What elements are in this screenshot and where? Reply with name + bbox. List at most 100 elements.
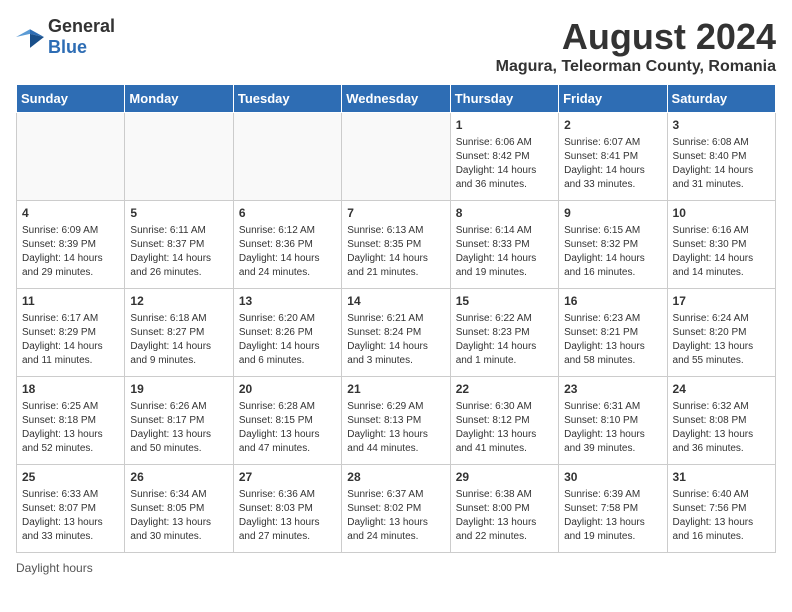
day-number: 16: [564, 293, 661, 310]
day-number: 9: [564, 205, 661, 222]
day-number: 5: [130, 205, 227, 222]
day-number: 21: [347, 381, 444, 398]
day-info: Sunrise: 6:37 AM Sunset: 8:02 PM Dayligh…: [347, 488, 444, 544]
day-number: 8: [456, 205, 553, 222]
day-number: 18: [22, 381, 119, 398]
calendar-cell: 21 Sunrise: 6:29 AM Sunset: 8:13 PM Dayli…: [342, 377, 450, 465]
page-header: General Blue August 2024 Magura, Teleorm…: [16, 16, 776, 76]
day-number: 15: [456, 293, 553, 310]
day-number: 10: [673, 205, 770, 222]
calendar-cell: 12 Sunrise: 6:18 AM Sunset: 8:27 PM Dayli…: [125, 289, 233, 377]
day-number: 26: [130, 469, 227, 486]
day-number: 29: [456, 469, 553, 486]
day-info: Sunrise: 6:18 AM Sunset: 8:27 PM Dayligh…: [130, 312, 227, 368]
weekday-header-sunday: Sunday: [17, 85, 125, 113]
day-number: 30: [564, 469, 661, 486]
calendar-week-4: 18 Sunrise: 6:25 AM Sunset: 8:18 PM Dayli…: [17, 377, 776, 465]
day-number: 27: [239, 469, 336, 486]
day-number: 24: [673, 381, 770, 398]
calendar-cell: 3Sunrise: 6:08 AM Sunset: 8:40 PM Daylig…: [667, 113, 775, 201]
calendar-week-3: 11 Sunrise: 6:17 AM Sunset: 8:29 PM Dayli…: [17, 289, 776, 377]
calendar-cell: 10 Sunrise: 6:16 AM Sunset: 8:30 PM Dayli…: [667, 201, 775, 289]
day-number: 11: [22, 293, 119, 310]
calendar-cell: 20 Sunrise: 6:28 AM Sunset: 8:15 PM Dayli…: [233, 377, 341, 465]
day-number: 13: [239, 293, 336, 310]
weekday-header-tuesday: Tuesday: [233, 85, 341, 113]
day-info: Sunrise: 6:28 AM Sunset: 8:15 PM Dayligh…: [239, 400, 336, 456]
calendar-cell: 23 Sunrise: 6:31 AM Sunset: 8:10 PM Dayli…: [559, 377, 667, 465]
day-info: Sunrise: 6:09 AM Sunset: 8:39 PM Dayligh…: [22, 224, 119, 280]
day-info: Sunrise: 6:23 AM Sunset: 8:21 PM Dayligh…: [564, 312, 661, 368]
calendar-cell: 9 Sunrise: 6:15 AM Sunset: 8:32 PM Daylig…: [559, 201, 667, 289]
day-info: Sunrise: 6:07 AM Sunset: 8:41 PM Dayligh…: [564, 136, 661, 192]
logo: General Blue: [16, 16, 115, 58]
day-number: 17: [673, 293, 770, 310]
day-info: Sunrise: 6:33 AM Sunset: 8:07 PM Dayligh…: [22, 488, 119, 544]
day-number: 31: [673, 469, 770, 486]
day-info: Sunrise: 6:16 AM Sunset: 8:30 PM Dayligh…: [673, 224, 770, 280]
day-info: Sunrise: 6:14 AM Sunset: 8:33 PM Dayligh…: [456, 224, 553, 280]
calendar-cell: [233, 113, 341, 201]
day-info: Sunrise: 6:15 AM Sunset: 8:32 PM Dayligh…: [564, 224, 661, 280]
day-info: Sunrise: 6:38 AM Sunset: 8:00 PM Dayligh…: [456, 488, 553, 544]
day-info: Sunrise: 6:25 AM Sunset: 8:18 PM Dayligh…: [22, 400, 119, 456]
calendar-cell: 2 Sunrise: 6:07 AM Sunset: 8:41 PM Daylig…: [559, 113, 667, 201]
day-number: 3: [673, 117, 770, 134]
calendar-cell: [125, 113, 233, 201]
logo-icon: [16, 26, 44, 48]
calendar-cell: 11 Sunrise: 6:17 AM Sunset: 8:29 PM Dayli…: [17, 289, 125, 377]
day-info: Sunrise: 6:34 AM Sunset: 8:05 PM Dayligh…: [130, 488, 227, 544]
day-number: 22: [456, 381, 553, 398]
calendar-cell: 18 Sunrise: 6:25 AM Sunset: 8:18 PM Dayli…: [17, 377, 125, 465]
weekday-header-thursday: Thursday: [450, 85, 558, 113]
day-number: 20: [239, 381, 336, 398]
title-block: August 2024 Magura, Teleorman County, Ro…: [496, 16, 776, 76]
calendar-week-2: 4 Sunrise: 6:09 AM Sunset: 8:39 PM Daylig…: [17, 201, 776, 289]
day-info: Sunrise: 6:06 AM Sunset: 8:42 PM Dayligh…: [456, 136, 553, 192]
calendar-cell: 16 Sunrise: 6:23 AM Sunset: 8:21 PM Dayli…: [559, 289, 667, 377]
calendar-table: SundayMondayTuesdayWednesdayThursdayFrid…: [16, 84, 776, 553]
weekday-header-monday: Monday: [125, 85, 233, 113]
day-number: 2: [564, 117, 661, 134]
day-info: Sunrise: 6:13 AM Sunset: 8:35 PM Dayligh…: [347, 224, 444, 280]
calendar-cell: 4 Sunrise: 6:09 AM Sunset: 8:39 PM Daylig…: [17, 201, 125, 289]
sub-title: Magura, Teleorman County, Romania: [496, 58, 776, 76]
calendar-cell: 8 Sunrise: 6:14 AM Sunset: 8:33 PM Daylig…: [450, 201, 558, 289]
day-info: Sunrise: 6:20 AM Sunset: 8:26 PM Dayligh…: [239, 312, 336, 368]
weekday-header-saturday: Saturday: [667, 85, 775, 113]
calendar-cell: 7Sunrise: 6:13 AM Sunset: 8:35 PM Daylig…: [342, 201, 450, 289]
calendar-cell: 27 Sunrise: 6:36 AM Sunset: 8:03 PM Dayli…: [233, 465, 341, 553]
day-number: 14: [347, 293, 444, 310]
daylight-label: Daylight hours: [16, 561, 93, 575]
day-info: Sunrise: 6:36 AM Sunset: 8:03 PM Dayligh…: [239, 488, 336, 544]
calendar-cell: 30 Sunrise: 6:39 AM Sunset: 7:58 PM Dayli…: [559, 465, 667, 553]
calendar-cell: [17, 113, 125, 201]
calendar-cell: 17 Sunrise: 6:24 AM Sunset: 8:20 PM Dayli…: [667, 289, 775, 377]
footer: Daylight hours: [16, 561, 776, 575]
weekday-header-friday: Friday: [559, 85, 667, 113]
day-number: 25: [22, 469, 119, 486]
calendar-week-5: 25 Sunrise: 6:33 AM Sunset: 8:07 PM Dayli…: [17, 465, 776, 553]
calendar-cell: 31Sunrise: 6:40 AM Sunset: 7:56 PM Dayli…: [667, 465, 775, 553]
day-info: Sunrise: 6:26 AM Sunset: 8:17 PM Dayligh…: [130, 400, 227, 456]
calendar-cell: 14 Sunrise: 6:21 AM Sunset: 8:24 PM Dayli…: [342, 289, 450, 377]
day-info: Sunrise: 6:17 AM Sunset: 8:29 PM Dayligh…: [22, 312, 119, 368]
day-info: Sunrise: 6:30 AM Sunset: 8:12 PM Dayligh…: [456, 400, 553, 456]
calendar-cell: 28Sunrise: 6:37 AM Sunset: 8:02 PM Dayli…: [342, 465, 450, 553]
day-number: 12: [130, 293, 227, 310]
day-info: Sunrise: 6:22 AM Sunset: 8:23 PM Dayligh…: [456, 312, 553, 368]
weekday-header-wednesday: Wednesday: [342, 85, 450, 113]
day-info: Sunrise: 6:29 AM Sunset: 8:13 PM Dayligh…: [347, 400, 444, 456]
day-number: 6: [239, 205, 336, 222]
calendar-header: SundayMondayTuesdayWednesdayThursdayFrid…: [17, 85, 776, 113]
day-info: Sunrise: 6:21 AM Sunset: 8:24 PM Dayligh…: [347, 312, 444, 368]
calendar-cell: 13 Sunrise: 6:20 AM Sunset: 8:26 PM Dayli…: [233, 289, 341, 377]
calendar-cell: 15 Sunrise: 6:22 AM Sunset: 8:23 PM Dayli…: [450, 289, 558, 377]
day-number: 4: [22, 205, 119, 222]
day-info: Sunrise: 6:39 AM Sunset: 7:58 PM Dayligh…: [564, 488, 661, 544]
calendar-cell: 22 Sunrise: 6:30 AM Sunset: 8:12 PM Dayli…: [450, 377, 558, 465]
calendar-body: 1Sunrise: 6:06 AM Sunset: 8:42 PM Daylig…: [17, 113, 776, 553]
day-info: Sunrise: 6:24 AM Sunset: 8:20 PM Dayligh…: [673, 312, 770, 368]
day-info: Sunrise: 6:31 AM Sunset: 8:10 PM Dayligh…: [564, 400, 661, 456]
day-number: 23: [564, 381, 661, 398]
